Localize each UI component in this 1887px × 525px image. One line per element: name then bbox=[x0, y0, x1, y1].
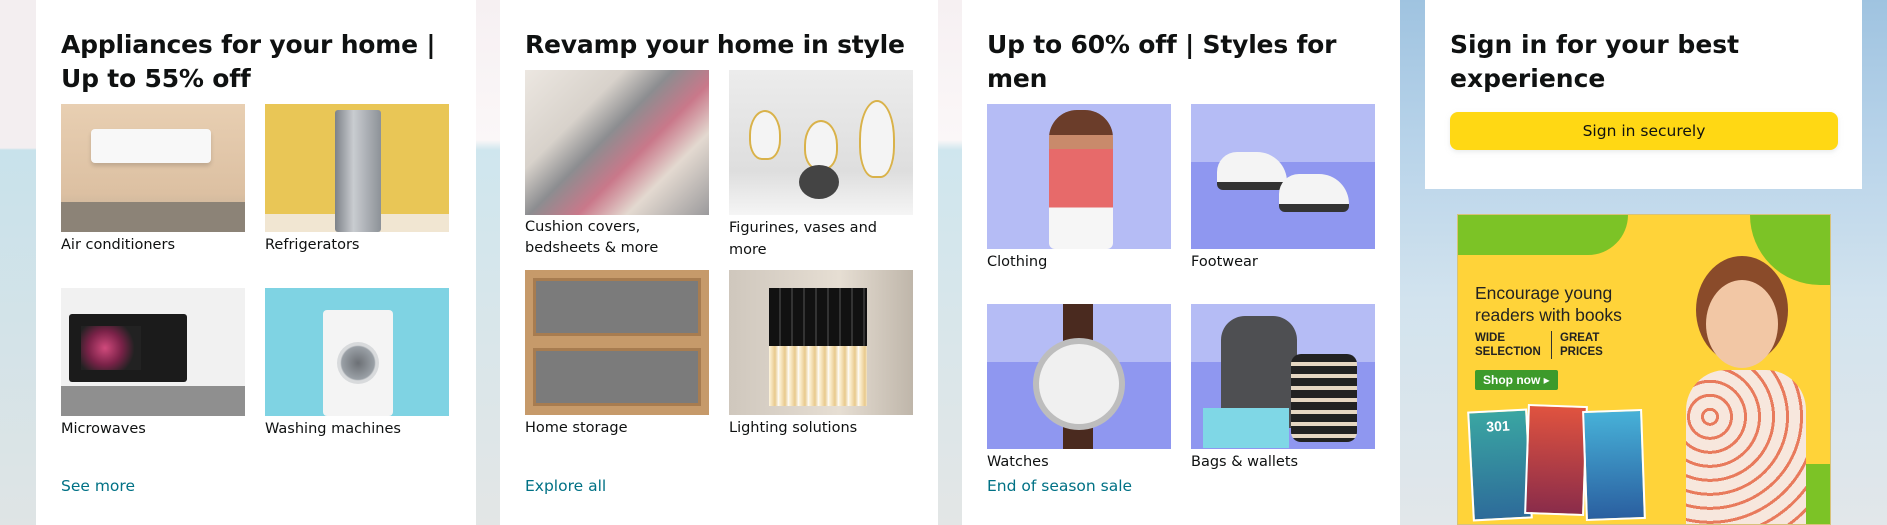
card-title: Up to 60% off | Styles for men bbox=[987, 30, 1337, 93]
tile-microwaves[interactable]: Microwaves bbox=[61, 288, 245, 440]
washing-machine-image[interactable] bbox=[265, 288, 449, 416]
card-grid: Cushion covers, bedsheets & more Figurin… bbox=[525, 70, 913, 439]
mens-styles-card: Up to 60% off | Styles for men Clothing … bbox=[962, 0, 1400, 525]
see-more-link[interactable]: See more bbox=[61, 477, 135, 495]
ad-shop-now-button[interactable]: Shop now ▸ bbox=[1475, 370, 1558, 390]
tile-label[interactable]: Lighting solutions bbox=[729, 415, 913, 439]
tile-label[interactable]: Microwaves bbox=[61, 416, 245, 440]
tile-refrigerators[interactable]: Refrigerators bbox=[265, 104, 449, 288]
lamp-image[interactable] bbox=[729, 270, 913, 415]
tile-label[interactable]: Figurines, vases and more bbox=[729, 215, 913, 270]
figurines-image[interactable] bbox=[729, 70, 913, 215]
refrigerator-image[interactable] bbox=[265, 104, 449, 232]
book-cover-image: 301 bbox=[1467, 408, 1533, 522]
footwear-image[interactable] bbox=[1191, 104, 1375, 249]
background-band-left bbox=[0, 0, 36, 525]
card-title: Appliances for your home | Up to 55% off bbox=[61, 30, 436, 93]
sign-in-button[interactable]: Sign in securely bbox=[1450, 112, 1838, 150]
card-title: Revamp your home in style bbox=[525, 30, 905, 59]
card-grid: Clothing Footwear Watches Bags & wallets bbox=[987, 104, 1375, 473]
tile-home-storage[interactable]: Home storage bbox=[525, 270, 709, 439]
clothing-image[interactable] bbox=[987, 104, 1171, 249]
book-cover-text: 301 bbox=[1485, 417, 1511, 435]
tile-footwear[interactable]: Footwear bbox=[1191, 104, 1375, 304]
tile-air-conditioners[interactable]: Air conditioners bbox=[61, 104, 245, 288]
tile-label[interactable]: Home storage bbox=[525, 415, 709, 439]
rug-image[interactable] bbox=[525, 70, 709, 215]
tile-bags-wallets[interactable]: Bags & wallets bbox=[1191, 304, 1375, 473]
ad-headline: Encourage young readers with books bbox=[1475, 283, 1622, 325]
tile-label[interactable]: Washing machines bbox=[265, 416, 449, 440]
explore-all-link[interactable]: Explore all bbox=[525, 477, 606, 495]
book-cover-image bbox=[1524, 403, 1588, 517]
tile-label[interactable]: Air conditioners bbox=[61, 232, 245, 288]
tile-lighting[interactable]: Lighting solutions bbox=[729, 270, 913, 439]
signin-title: Sign in for your best experience bbox=[1450, 30, 1740, 93]
tile-label[interactable]: Watches bbox=[987, 449, 1171, 473]
tile-clothing[interactable]: Clothing bbox=[987, 104, 1171, 304]
girl-reading-image bbox=[1686, 270, 1806, 524]
air-conditioner-image[interactable] bbox=[61, 104, 245, 232]
tile-watches[interactable]: Watches bbox=[987, 304, 1171, 473]
signin-card: Sign in for your best experience Sign in… bbox=[1425, 0, 1862, 189]
bags-image[interactable] bbox=[1191, 304, 1375, 449]
tile-label[interactable]: Clothing bbox=[987, 249, 1171, 304]
watch-image[interactable] bbox=[987, 304, 1171, 449]
card-grid: Air conditioners Refrigerators Microwave… bbox=[61, 104, 451, 440]
tile-label[interactable]: Cushion covers, bedsheets & more bbox=[525, 215, 709, 270]
storage-image[interactable] bbox=[525, 270, 709, 415]
ad-tag-great-prices: GREAT PRICES bbox=[1551, 331, 1611, 359]
ad-tag-wide-selection: WIDE SELECTION bbox=[1475, 332, 1541, 358]
book-cover-image bbox=[1582, 408, 1646, 522]
tile-washing-machines[interactable]: Washing machines bbox=[265, 288, 449, 440]
tile-label[interactable]: Refrigerators bbox=[265, 232, 449, 288]
end-of-season-sale-link[interactable]: End of season sale bbox=[987, 477, 1132, 495]
home-style-card: Revamp your home in style Cushion covers… bbox=[500, 0, 938, 525]
tile-cushion-covers[interactable]: Cushion covers, bedsheets & more bbox=[525, 70, 709, 270]
ad-decoration bbox=[1458, 215, 1628, 255]
tile-label[interactable]: Footwear bbox=[1191, 249, 1375, 304]
books-ad-banner[interactable]: Encourage young readers with books WIDE … bbox=[1457, 214, 1831, 525]
microwave-image[interactable] bbox=[61, 288, 245, 416]
tile-label[interactable]: Bags & wallets bbox=[1191, 449, 1375, 473]
appliances-card: Appliances for your home | Up to 55% off… bbox=[36, 0, 476, 525]
tile-figurines[interactable]: Figurines, vases and more bbox=[729, 70, 913, 270]
